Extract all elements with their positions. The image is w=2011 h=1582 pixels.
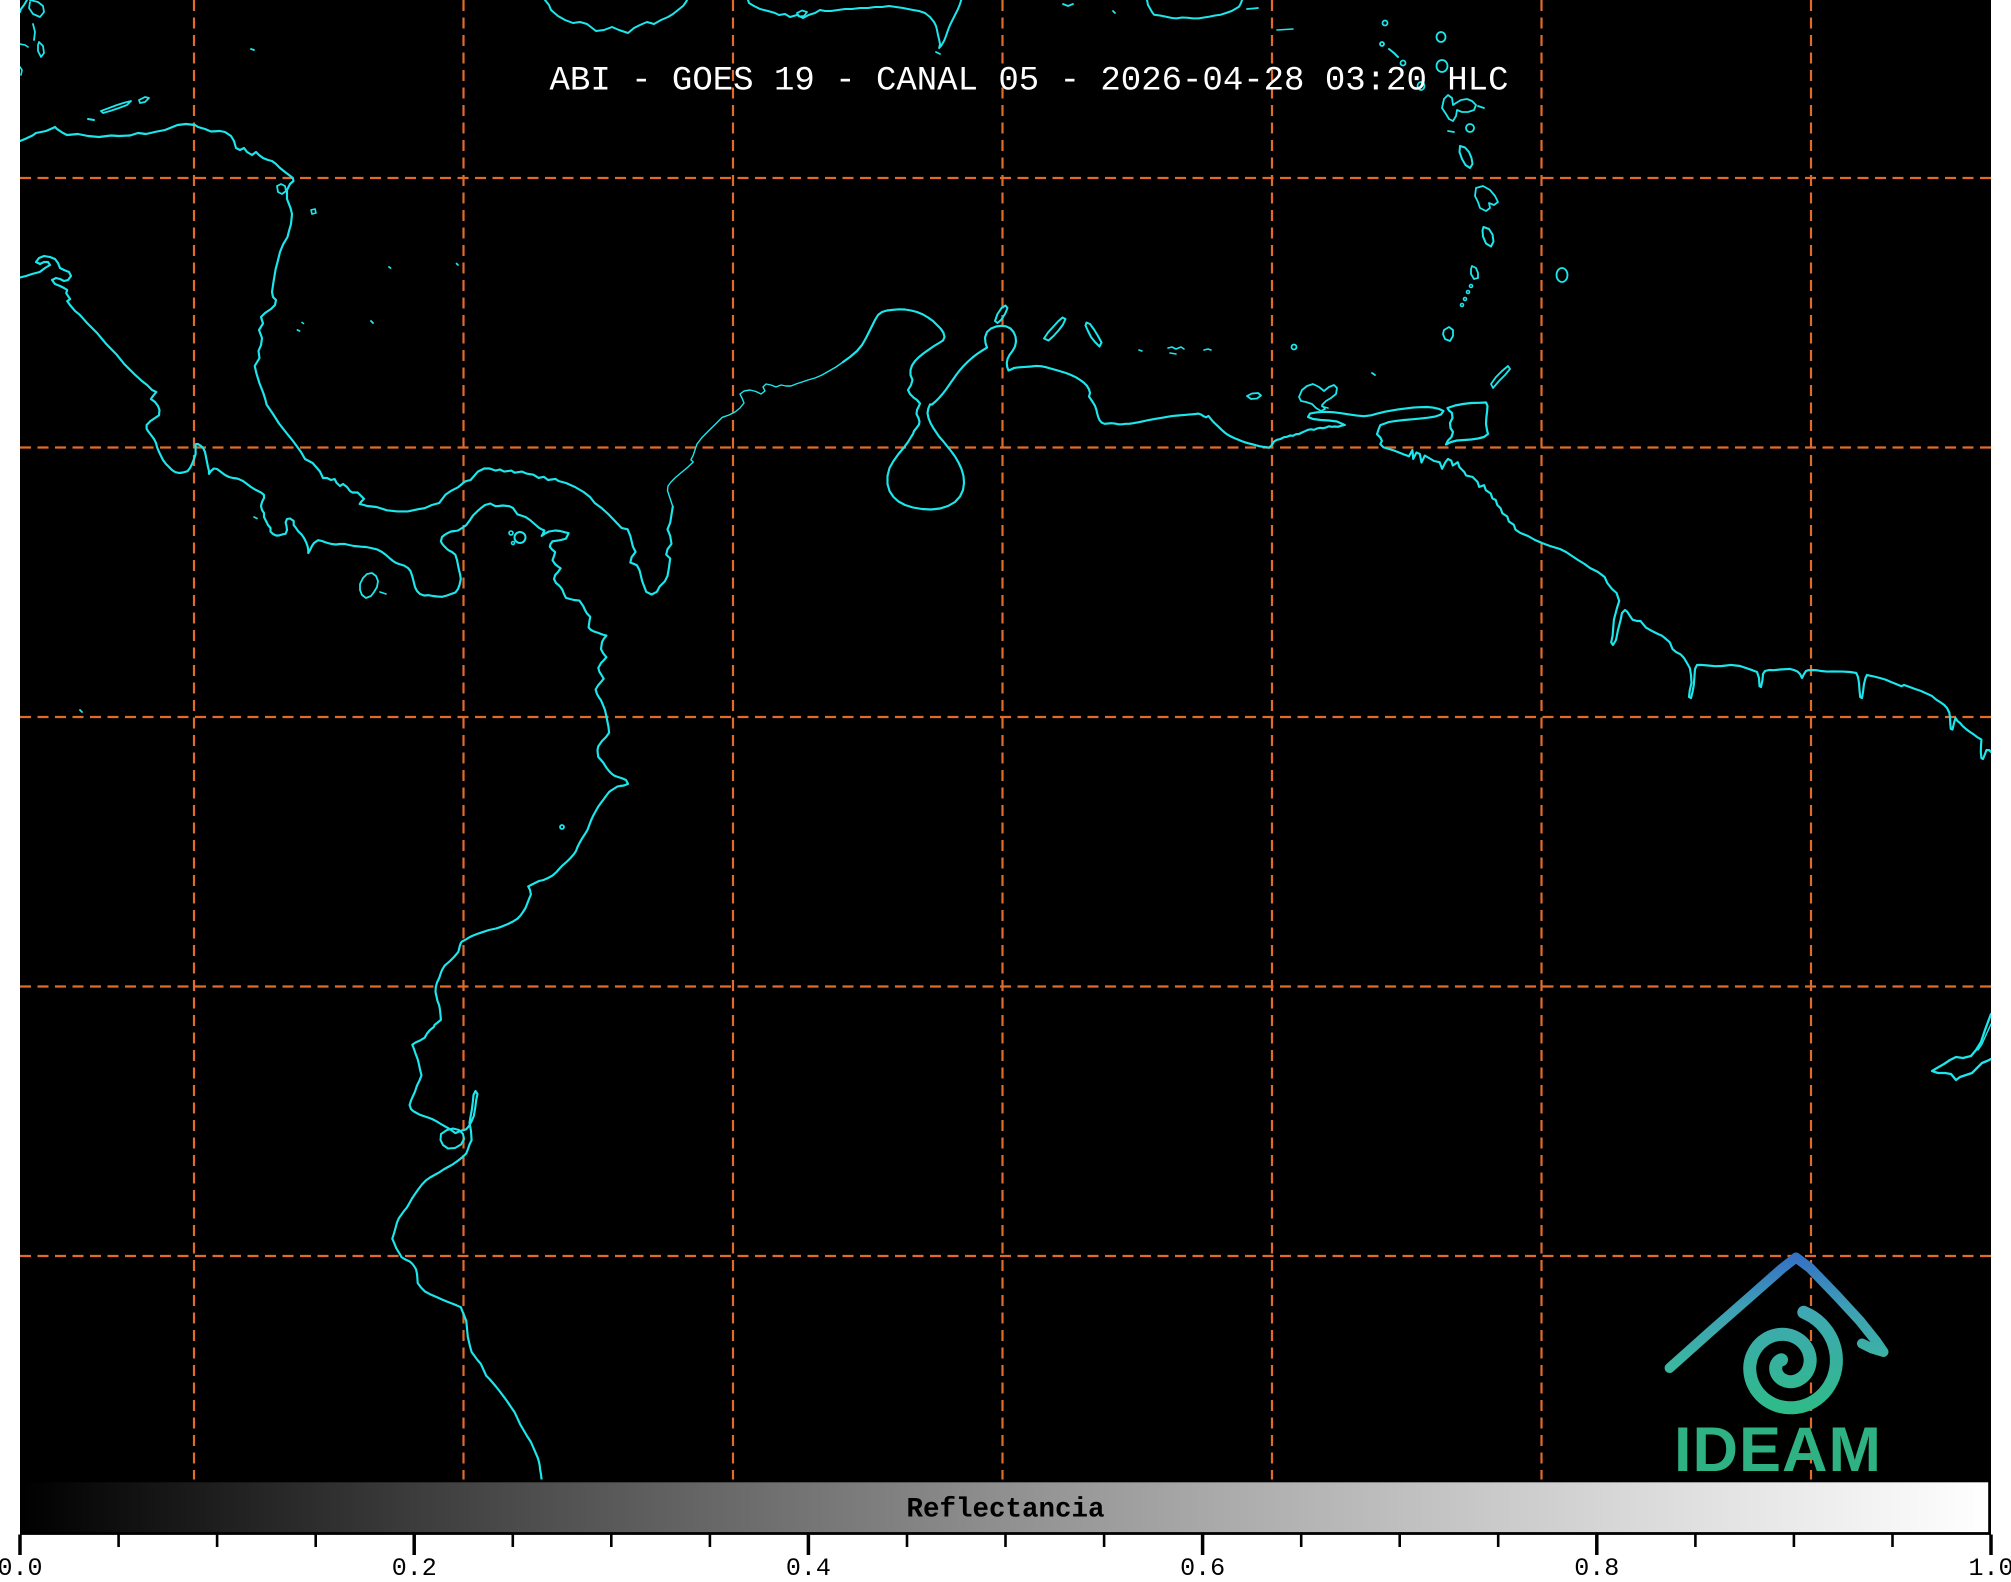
svg-text:Reflectancia: Reflectancia: [906, 1495, 1104, 1526]
svg-text:0.6: 0.6: [1180, 1554, 1225, 1577]
svg-text:0.8: 0.8: [1574, 1554, 1619, 1577]
svg-text:0.4: 0.4: [786, 1554, 831, 1577]
svg-text:1.0: 1.0: [1968, 1554, 2011, 1577]
svg-text:IDEAM: IDEAM: [1674, 1415, 1882, 1485]
svg-text:0.0: 0.0: [0, 1554, 43, 1577]
svg-text:ABI - GOES 19 - CANAL 05 - 202: ABI - GOES 19 - CANAL 05 - 2026-04-28 03…: [550, 63, 1509, 101]
svg-text:0.2: 0.2: [392, 1554, 437, 1577]
